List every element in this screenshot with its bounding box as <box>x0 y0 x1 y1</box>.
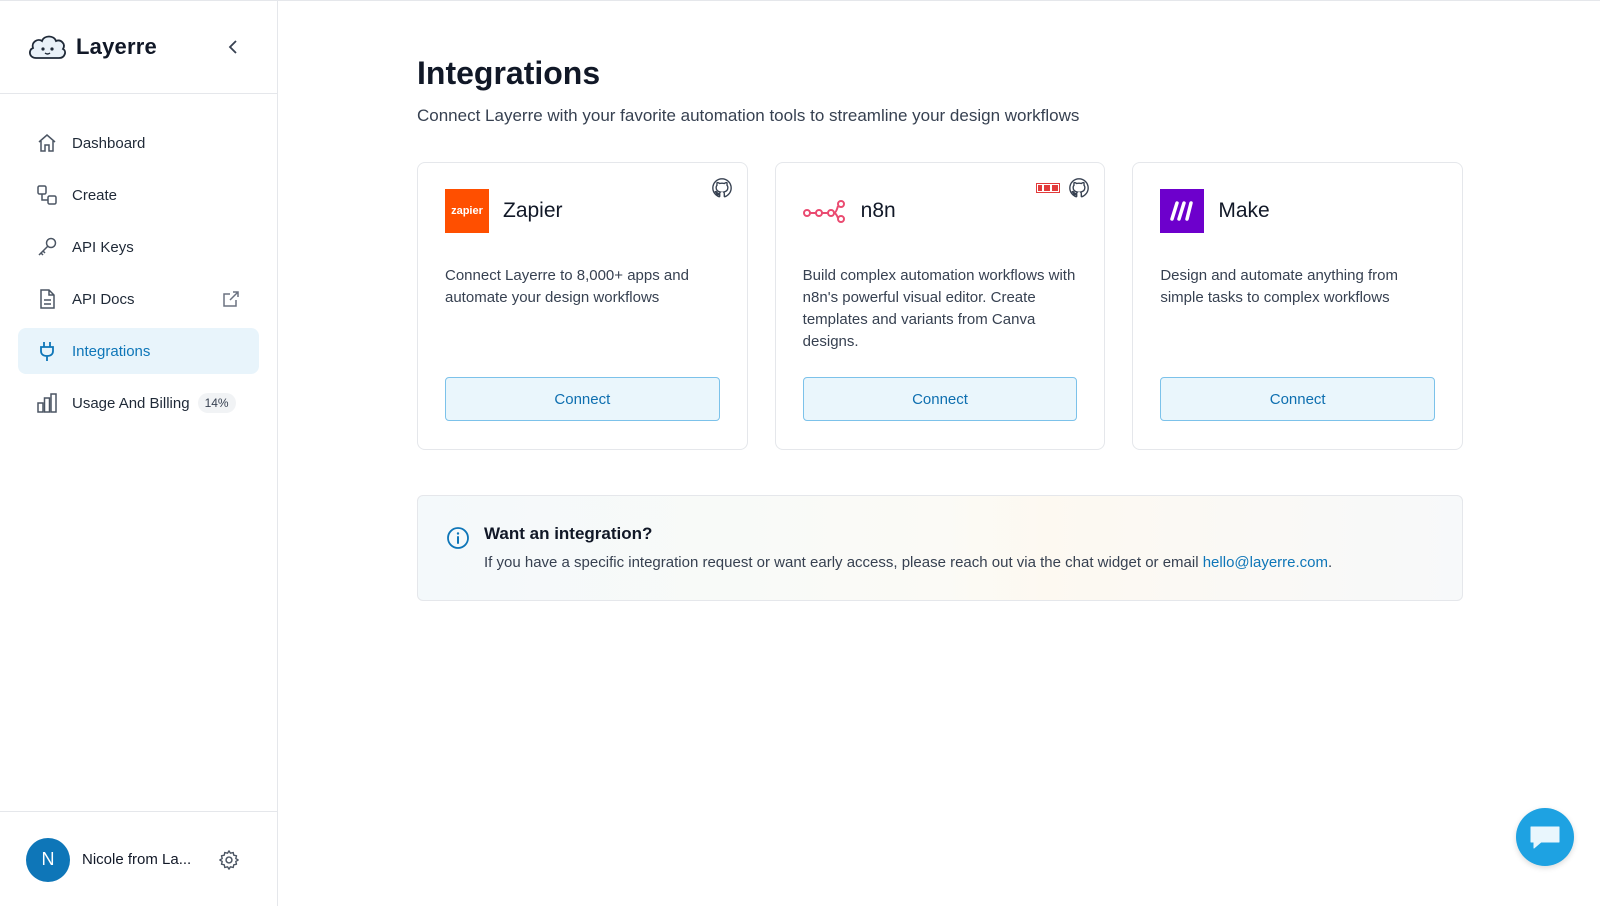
npm-icon[interactable] <box>1036 183 1061 193</box>
sidebar-item-integrations[interactable]: Integrations <box>18 328 259 374</box>
document-icon <box>40 289 55 309</box>
key-icon <box>38 237 57 256</box>
sidebar-item-api-keys[interactable]: API Keys <box>18 224 259 270</box>
make-logo-icon <box>1160 189 1205 233</box>
external-link-icon[interactable] <box>221 289 241 309</box>
sidebar-item-create[interactable]: Create <box>18 172 259 218</box>
github-icon[interactable] <box>1068 177 1090 199</box>
sidebar-item-label: Dashboard <box>72 134 146 152</box>
brand-name: Layerre <box>76 34 157 59</box>
shapes-icon <box>37 185 57 205</box>
user-name[interactable]: Nicole from La... <box>82 851 202 868</box>
card-title: n8n <box>860 199 896 222</box>
plug-icon <box>40 342 54 361</box>
sidebar-item-api-docs[interactable]: API Docs <box>18 276 259 322</box>
integration-card-make: Make Design and automate anything from s… <box>1132 162 1464 450</box>
info-text-body: If you have a specific integration reque… <box>484 554 1203 571</box>
info-title: Want an integration? <box>484 524 653 543</box>
integration-card-n8n: n8n Build complex automation workflows w… <box>774 162 1106 450</box>
usage-badge: 14% <box>197 393 236 413</box>
gear-icon[interactable] <box>218 849 240 871</box>
card-description: Connect Layerre to 8,000+ apps and autom… <box>445 267 689 306</box>
zapier-logo-icon: zapier <box>445 189 489 233</box>
cloud-mascot-icon <box>29 35 66 59</box>
chevron-left-icon <box>228 40 237 54</box>
sidebar-item-label: API Keys <box>72 238 134 256</box>
brand-header: Layerre <box>0 1 277 94</box>
chat-icon <box>1530 826 1560 849</box>
main-content: Integrations Connect Layerre with your f… <box>417 1 1464 601</box>
integration-request-banner: Want an integration? If you have a speci… <box>417 495 1463 601</box>
sidebar-item-dashboard[interactable]: Dashboard <box>18 120 259 166</box>
info-text: If you have a specific integration reque… <box>484 554 1332 571</box>
sidebar-item-label: Usage And Billing <box>72 394 190 412</box>
card-title: Make <box>1218 199 1270 222</box>
page-title: Integrations <box>417 55 601 91</box>
connect-n8n-button[interactable]: Connect <box>802 377 1078 421</box>
home-icon <box>38 134 56 152</box>
avatar[interactable]: N <box>26 837 70 882</box>
card-title: Zapier <box>503 199 563 222</box>
sidebar-item-label: API Docs <box>72 290 135 308</box>
connect-make-button[interactable]: Connect <box>1160 377 1436 421</box>
info-text-suffix: . <box>1328 554 1333 571</box>
integration-card-zapier: zapier Zapier Connect Layerre to 8,000+ … <box>417 162 748 450</box>
collapse-sidebar-button[interactable] <box>223 37 243 57</box>
github-icon[interactable] <box>711 177 733 199</box>
sidebar-item-label: Create <box>72 186 118 204</box>
email-link[interactable]: hello@layerre.com <box>1203 554 1328 571</box>
page-subtitle: Connect Layerre with your favorite autom… <box>417 106 1080 125</box>
card-description: Build complex automation workflows with … <box>802 267 1076 350</box>
sidebar-item-usage-and-billing[interactable]: Usage And Billing 14% <box>18 380 259 426</box>
sidebar-item-label: Integrations <box>72 342 151 360</box>
sidebar-nav: Dashboard Create API Keys API Docs Integ… <box>0 94 277 426</box>
bar-chart-icon <box>37 393 57 413</box>
n8n-logo-icon <box>802 189 847 233</box>
card-description: Design and automate anything from simple… <box>1160 267 1398 306</box>
sidebar: Layerre Dashboard Create API Keys API Do… <box>0 1 278 906</box>
user-profile: N Nicole from La... <box>0 811 278 906</box>
info-icon <box>447 527 469 549</box>
integration-cards: zapier Zapier Connect Layerre to 8,000+ … <box>417 162 1464 450</box>
chat-widget-button[interactable] <box>1516 808 1574 866</box>
connect-zapier-button[interactable]: Connect <box>445 377 720 421</box>
